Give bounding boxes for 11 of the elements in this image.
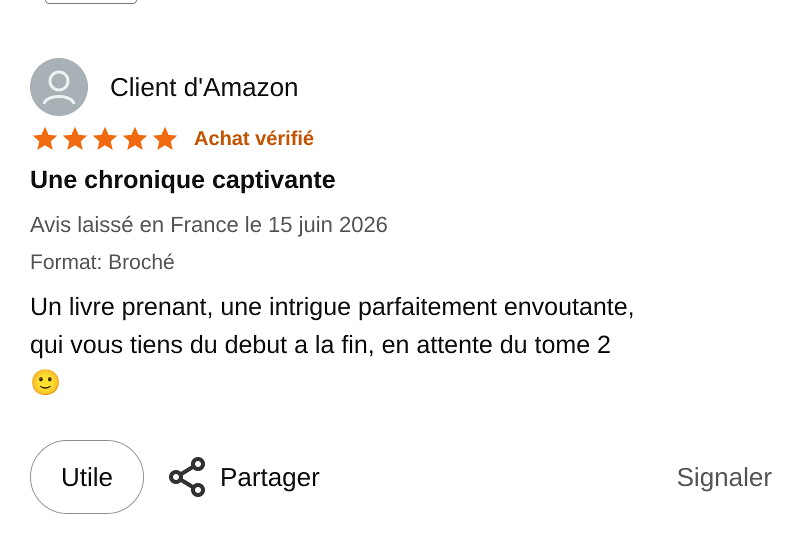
review-title: Une chronique captivante: [30, 165, 337, 196]
avatar-icon: [30, 58, 88, 116]
review-date: Avis laissé en France le 15 juin 2026: [30, 210, 389, 239]
author-name: Client d'Amazon: [110, 70, 298, 104]
share-button[interactable]: Partager: [168, 456, 320, 498]
helpful-button[interactable]: Utile: [30, 440, 144, 514]
format-label: Format: Broché: [30, 250, 176, 276]
verified-purchase-label: Achat vérifié: [194, 127, 314, 152]
report-link[interactable]: Signaler: [676, 458, 772, 496]
review-body: Un livre prenant, une intrigue parfaitement envoutante, qui vous tiens du debut a la fin, en attente du tome 2 🙂: [30, 292, 636, 399]
button-edge[interactable]: [45, 0, 137, 4]
